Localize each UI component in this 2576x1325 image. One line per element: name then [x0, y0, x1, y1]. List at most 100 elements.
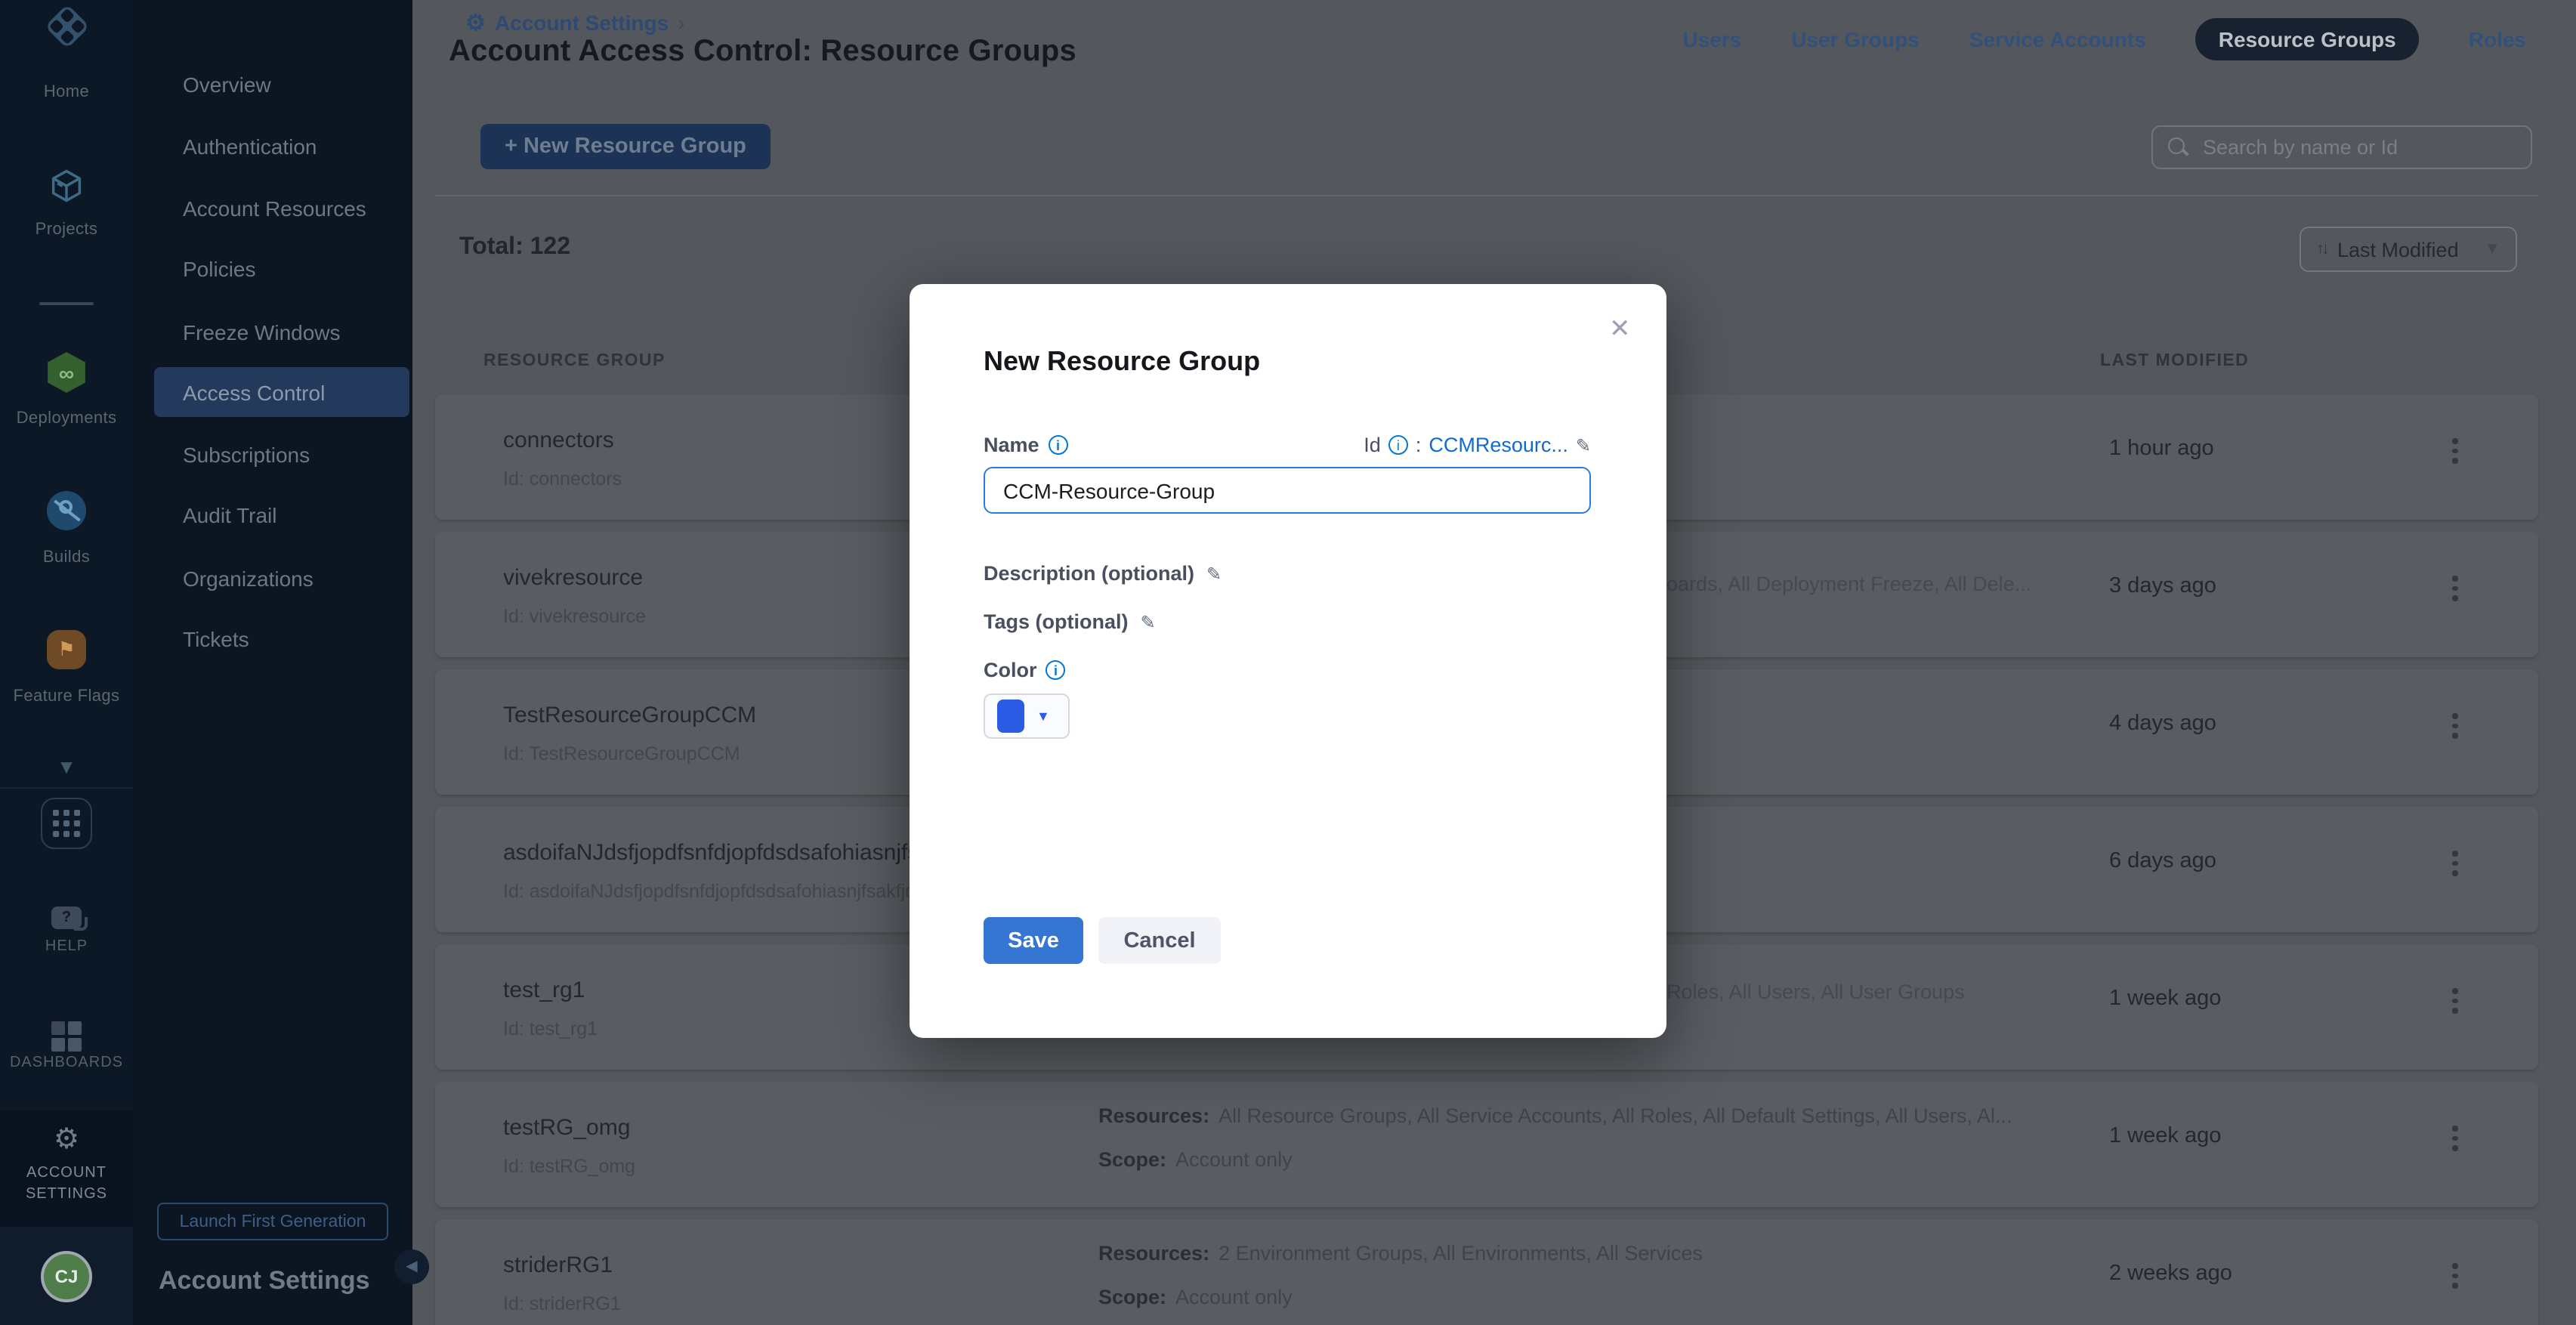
breadcrumb-label[interactable]: Account Settings: [495, 11, 669, 35]
save-button[interactable]: Save: [984, 917, 1083, 964]
close-icon[interactable]: ✕: [1609, 314, 1631, 344]
description-edit-pencil-icon[interactable]: ✎: [1206, 563, 1222, 584]
row-kebab-menu-icon[interactable]: [2445, 438, 2466, 463]
row-id: Id: connectors: [503, 468, 622, 490]
color-info-icon[interactable]: i: [1046, 660, 1066, 680]
sidebar-item-policies[interactable]: Policies: [154, 243, 409, 293]
nav-section-divider: [0, 787, 133, 789]
sidebar-item-authentication[interactable]: Authentication: [154, 121, 409, 171]
column-header-last-modified: LAST MODIFIED: [2100, 352, 2249, 370]
gear-icon: ⚙: [0, 1123, 133, 1157]
row-kebab-menu-icon[interactable]: [2445, 713, 2466, 738]
dashboards-icon[interactable]: [0, 1021, 133, 1052]
nav-projects-label[interactable]: Projects: [0, 221, 133, 239]
color-picker-dropdown[interactable]: ▼: [984, 693, 1070, 739]
id-value-link[interactable]: CCMResourc...: [1429, 434, 1568, 456]
id-info-icon[interactable]: i: [1388, 435, 1408, 455]
tab-roles[interactable]: Roles: [2469, 27, 2526, 51]
profile-section: CJ: [0, 1227, 133, 1325]
row-kebab-menu-icon[interactable]: [2445, 1263, 2466, 1288]
id-colon: :: [1416, 434, 1422, 456]
row-name[interactable]: connectors: [503, 428, 614, 453]
row-last-modified: 4 days ago: [2109, 712, 2216, 736]
sidebar-item-access-control[interactable]: Access Control: [154, 367, 409, 417]
new-resource-group-button[interactable]: + New Resource Group: [480, 124, 771, 169]
tags-edit-pencil-icon[interactable]: ✎: [1141, 611, 1156, 632]
row-resources-partial: oards, All Deployment Freeze, All Dele..…: [1666, 573, 2031, 595]
sidebar-item-account-resources[interactable]: Account Resources: [154, 183, 409, 233]
nav-feature-flags-label[interactable]: Feature Flags: [0, 687, 133, 706]
builds-ci-icon[interactable]: [0, 491, 133, 530]
description-label: Description (optional): [984, 562, 1194, 585]
row-name[interactable]: vivekresource: [503, 565, 643, 591]
deployments-cd-icon[interactable]: ∞: [0, 352, 133, 393]
account-settings-nav-active[interactable]: ⚙ ACCOUNT SETTINGS: [0, 1110, 133, 1227]
row-name[interactable]: test_rg1: [503, 978, 585, 1003]
app-root: Home Projects ∞ Deployments Builds ⚑ Fea…: [0, 0, 2576, 1325]
sidebar-item-freeze-windows[interactable]: Freeze Windows: [154, 307, 409, 357]
color-label: Color i: [984, 659, 1066, 681]
row-kebab-menu-icon[interactable]: [2445, 851, 2466, 876]
cancel-button[interactable]: Cancel: [1098, 917, 1221, 964]
row-id: Id: vivekresource: [503, 606, 646, 627]
row-kebab-menu-icon[interactable]: [2445, 576, 2466, 601]
help-icon[interactable]: ?: [0, 906, 133, 929]
feature-flags-icon[interactable]: ⚑: [0, 630, 133, 669]
sort-dropdown[interactable]: ↑↓ Last Modified ▼: [2300, 227, 2517, 272]
page-title: Account Access Control: Resource Groups: [449, 35, 1076, 69]
row-resources: Resources:All Resource Groups, All Servi…: [1098, 1104, 2012, 1127]
dashboards-label[interactable]: DASHBOARDS: [0, 1055, 133, 1071]
tab-resource-groups[interactable]: Resource Groups: [2196, 18, 2419, 60]
sidebar-item-subscriptions[interactable]: Subscriptions: [154, 429, 409, 479]
chevron-down-icon[interactable]: ▼: [0, 755, 133, 778]
row-last-modified: 6 days ago: [2109, 849, 2216, 873]
resource-group-row[interactable]: testRG_omg Id: testRG_omg Resources:All Re…: [435, 1082, 2538, 1207]
search-input[interactable]: [2200, 134, 2516, 160]
row-kebab-menu-icon[interactable]: [2445, 1126, 2466, 1150]
nav-builds-label[interactable]: Builds: [0, 548, 133, 567]
total-count: Total: 122: [459, 234, 570, 261]
row-resources: Resources:2 Environment Groups, All Envi…: [1098, 1242, 1703, 1265]
row-name[interactable]: testRG_omg: [503, 1115, 630, 1141]
tab-users[interactable]: Users: [1682, 27, 1741, 51]
resource-group-row[interactable]: striderRG1Id: striderRG1Resources:2 Envi…: [435, 1219, 2538, 1325]
sort-chevron-icon: ▼: [2484, 240, 2500, 258]
row-id: Id: testRG_omg: [503, 1156, 635, 1177]
module-nav: Home Projects ∞ Deployments Builds ⚑ Fea…: [0, 0, 133, 1325]
launch-first-generation-button[interactable]: Launch First Generation: [157, 1203, 388, 1240]
nav-home-label[interactable]: Home: [0, 83, 133, 101]
harness-home-icon[interactable]: [0, 11, 133, 42]
account-settings-label-1: ACCOUNT: [0, 1165, 133, 1181]
sidebar-collapse-button[interactable]: ◀: [394, 1249, 429, 1284]
name-info-icon[interactable]: i: [1049, 435, 1068, 455]
projects-cube-icon[interactable]: [0, 166, 133, 205]
nav-deployments-label[interactable]: Deployments: [0, 409, 133, 428]
module-grid-icon[interactable]: [0, 798, 133, 849]
breadcrumb[interactable]: ⚙ Account Settings ›: [465, 9, 685, 36]
description-field: Description (optional) ✎: [984, 562, 1222, 585]
sidebar-item-overview[interactable]: Overview: [154, 59, 409, 109]
column-header-resource-group: RESOURCE GROUP: [483, 352, 666, 370]
resource-group-name-input[interactable]: [984, 467, 1591, 514]
help-label[interactable]: HELP: [0, 938, 133, 955]
toolbar-divider: [435, 195, 2538, 196]
id-edit-pencil-icon[interactable]: ✎: [1576, 434, 1591, 456]
sidebar-item-audit-trail[interactable]: Audit Trail: [154, 490, 409, 539]
sidebar-item-tickets[interactable]: Tickets: [154, 613, 409, 663]
row-kebab-menu-icon[interactable]: [2445, 988, 2466, 1013]
tab-service-accounts[interactable]: Service Accounts: [1969, 27, 2146, 51]
row-last-modified: 2 weeks ago: [2109, 1262, 2232, 1286]
resources-label: Resources:: [1098, 1242, 1209, 1265]
sidebar-item-organizations[interactable]: Organizations: [154, 553, 409, 603]
resources-label: Resources:: [1098, 1104, 1209, 1127]
modal-title: New Resource Group: [984, 346, 1260, 378]
sidebar-footer-title: Account Settings: [159, 1266, 370, 1296]
tab-user-groups[interactable]: User Groups: [1791, 27, 1920, 51]
row-name[interactable]: TestResourceGroupCCM: [503, 703, 756, 728]
avatar[interactable]: CJ: [0, 1251, 133, 1302]
row-name[interactable]: striderRG1: [503, 1252, 613, 1278]
row-last-modified: 1 week ago: [2109, 1124, 2221, 1148]
row-last-modified: 1 hour ago: [2109, 437, 2214, 461]
scope-label: Scope:: [1098, 1148, 1166, 1171]
search-box[interactable]: [2151, 125, 2532, 169]
